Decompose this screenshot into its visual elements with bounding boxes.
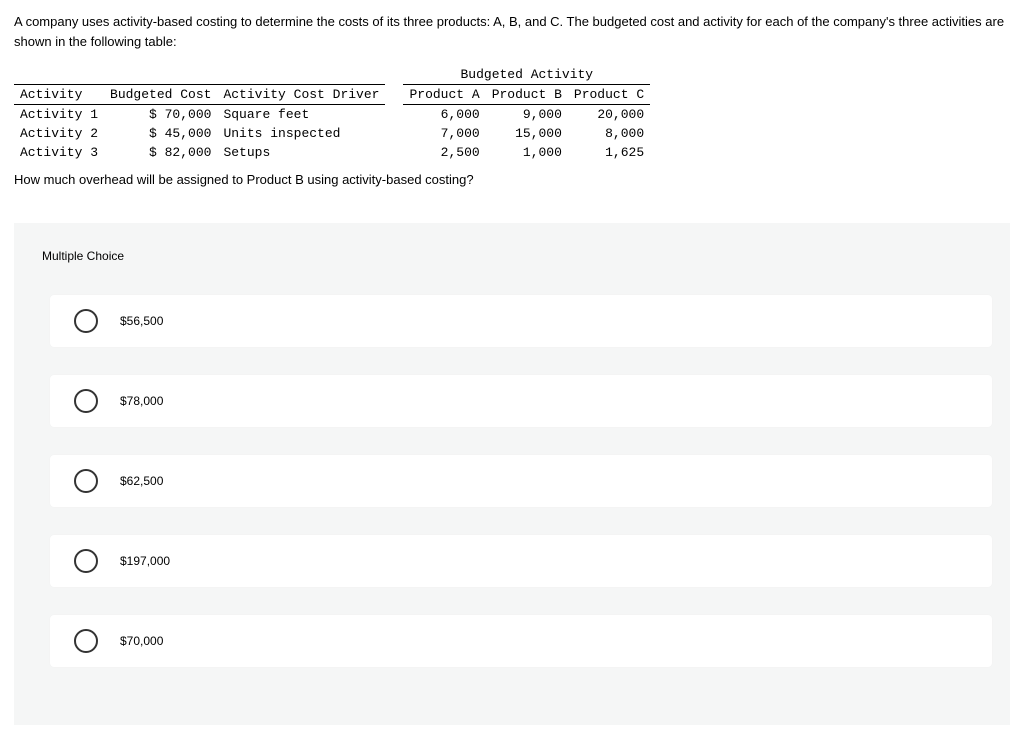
cell-activity: Activity 3	[14, 143, 104, 162]
problem-intro: A company uses activity-based costing to…	[14, 12, 1010, 51]
cell-prod-b: 1,000	[486, 143, 568, 162]
cell-prod-b: 9,000	[486, 105, 568, 125]
cell-cost: $ 70,000	[104, 105, 217, 125]
cell-prod-c: 8,000	[568, 124, 650, 143]
choice-option[interactable]: $70,000	[50, 615, 992, 667]
col-budgeted-cost: Budgeted Cost	[104, 85, 217, 105]
radio-icon[interactable]	[74, 469, 98, 493]
cell-prod-b: 15,000	[486, 124, 568, 143]
cell-prod-a: 2,500	[403, 143, 485, 162]
cell-driver: Setups	[217, 143, 385, 162]
activity-table: Budgeted Activity Activity Budgeted Cost…	[14, 65, 650, 162]
choice-label: $56,500	[120, 314, 163, 328]
cell-activity: Activity 2	[14, 124, 104, 143]
cell-cost: $ 82,000	[104, 143, 217, 162]
cell-prod-c: 20,000	[568, 105, 650, 125]
choice-option[interactable]: $56,500	[50, 295, 992, 347]
cell-prod-a: 7,000	[403, 124, 485, 143]
question-text: How much overhead will be assigned to Pr…	[14, 172, 1010, 187]
choice-option[interactable]: $78,000	[50, 375, 992, 427]
radio-icon[interactable]	[74, 389, 98, 413]
choice-label: $70,000	[120, 634, 163, 648]
table-row: Activity 3 $ 82,000 Setups 2,500 1,000 1…	[14, 143, 650, 162]
cell-cost: $ 45,000	[104, 124, 217, 143]
radio-icon[interactable]	[74, 549, 98, 573]
choice-option[interactable]: $197,000	[50, 535, 992, 587]
cell-prod-c: 1,625	[568, 143, 650, 162]
cell-activity: Activity 1	[14, 105, 104, 125]
choice-label: $62,500	[120, 474, 163, 488]
cell-prod-a: 6,000	[403, 105, 485, 125]
table-super-header: Budgeted Activity	[403, 65, 650, 85]
col-product-c: Product C	[568, 85, 650, 105]
col-product-b: Product B	[486, 85, 568, 105]
choice-option[interactable]: $62,500	[50, 455, 992, 507]
table-row: Activity 1 $ 70,000 Square feet 6,000 9,…	[14, 105, 650, 125]
multiple-choice-heading: Multiple Choice	[20, 243, 1004, 269]
col-cost-driver: Activity Cost Driver	[217, 85, 385, 105]
radio-icon[interactable]	[74, 309, 98, 333]
choice-label: $197,000	[120, 554, 170, 568]
cell-driver: Square feet	[217, 105, 385, 125]
choice-label: $78,000	[120, 394, 163, 408]
quiz-panel: Multiple Choice $56,500 $78,000 $62,500 …	[14, 223, 1010, 725]
col-product-a: Product A	[403, 85, 485, 105]
col-activity: Activity	[14, 85, 104, 105]
table-row: Activity 2 $ 45,000 Units inspected 7,00…	[14, 124, 650, 143]
radio-icon[interactable]	[74, 629, 98, 653]
cell-driver: Units inspected	[217, 124, 385, 143]
